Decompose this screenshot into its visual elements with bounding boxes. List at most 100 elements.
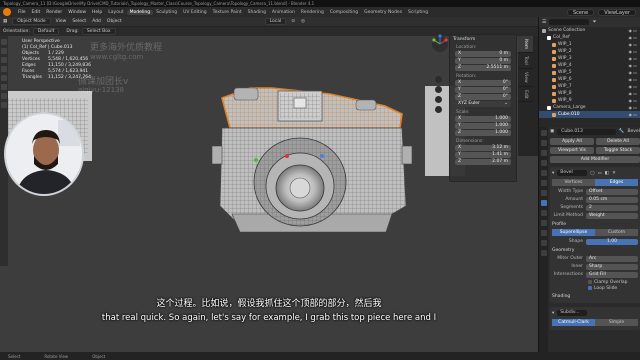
outliner-display-icon[interactable]: ☰	[542, 19, 546, 25]
visibility-icon[interactable]: ◉ ▭	[628, 69, 637, 76]
view-layer-selector[interactable]: ViewLayer	[598, 8, 636, 16]
menu-render[interactable]: Render	[43, 10, 65, 15]
blender-logo-icon[interactable]	[3, 8, 11, 16]
scene-tab-icon[interactable]	[541, 170, 547, 176]
outliner-item[interactable]: WIP_5 ◉ ▭	[539, 69, 640, 76]
rotation-x-field[interactable]: X 0°	[455, 80, 511, 86]
transform-header[interactable]: Transform	[453, 37, 513, 42]
menu-view[interactable]: View	[53, 19, 70, 24]
physics-tab-icon[interactable]	[541, 220, 547, 226]
location-x-field[interactable]: X0 m	[455, 51, 511, 57]
orientation-dropdown[interactable]: Default	[32, 28, 60, 35]
data-tab-icon[interactable]	[541, 240, 547, 246]
outliner-item[interactable]: WIP_2 ◉ ▭	[539, 48, 640, 55]
tab-geometry-nodes[interactable]: Geometry Nodes	[361, 10, 405, 15]
visibility-icon[interactable]: ◉ ▭	[628, 55, 637, 62]
scale-tool-icon[interactable]	[1, 75, 7, 81]
menu-edit[interactable]: Edit	[29, 10, 44, 15]
tool-tab-icon[interactable]	[541, 130, 547, 136]
outliner-item[interactable]: Col_Ref ◉ ▭	[539, 34, 640, 41]
simple-option[interactable]: Simple	[595, 319, 638, 326]
outliner-item[interactable]: Scene Collection ◉ ▭	[539, 27, 640, 34]
output-tab-icon[interactable]	[541, 150, 547, 156]
vertices-option[interactable]: Vertices	[552, 179, 595, 186]
perspective-toggle-icon[interactable]	[435, 106, 442, 113]
superellipse-option[interactable]: Superellipse	[552, 229, 595, 236]
visibility-icon[interactable]: ◉ ▭	[628, 27, 637, 34]
shape-slider[interactable]: 1.00	[586, 238, 638, 245]
tab-texture-paint[interactable]: Texture Paint	[210, 10, 245, 15]
scale-y-field[interactable]: Y 1.000	[455, 123, 511, 129]
menu-file[interactable]: File	[15, 10, 29, 15]
editor-type-icon[interactable]: ▦	[0, 19, 10, 24]
collapse-icon[interactable]: ▾	[552, 311, 554, 316]
visibility-icon[interactable]: ◉ ▭	[628, 34, 637, 41]
measure-tool-icon[interactable]	[1, 102, 7, 108]
particles-tab-icon[interactable]	[541, 210, 547, 216]
outliner-item[interactable]: WIP_8 ◉ ▭	[539, 90, 640, 97]
material-tab-icon[interactable]	[541, 250, 547, 256]
apply-all-button[interactable]: Apply All	[550, 138, 594, 145]
scale-x-field[interactable]: X 1.000	[455, 116, 511, 122]
visibility-icon[interactable]: ◉ ▭	[628, 41, 637, 48]
dimension-x-field[interactable]: X 3.12 m	[455, 145, 511, 151]
render-icon[interactable]: ◧	[605, 171, 609, 176]
rotation-y-field[interactable]: Y 0°	[455, 87, 511, 93]
outliner-item[interactable]: WIP_3 ◉ ▭	[539, 55, 640, 62]
tab-sculpting[interactable]: Sculpting	[153, 10, 180, 15]
intersections-dropdown[interactable]: Grid Fill	[586, 271, 638, 278]
tab-uv-editing[interactable]: UV Editing	[180, 10, 209, 15]
outliner-item[interactable]: WIP_1 ◉ ▭	[539, 41, 640, 48]
tab-tool[interactable]: Tool	[518, 53, 533, 69]
loop-slide-checkbox[interactable]: Loop Slide	[588, 285, 638, 291]
tab-rendering[interactable]: Rendering	[298, 10, 327, 15]
camera-view-icon[interactable]	[435, 96, 442, 103]
transform-orientation-dropdown[interactable]: Local	[264, 18, 287, 25]
visibility-icon[interactable]: ◉ ▭	[628, 62, 637, 69]
zoom-icon[interactable]	[435, 76, 442, 83]
visibility-icon[interactable]: ◉ ▭	[628, 48, 637, 55]
delete-all-button[interactable]: Delete All	[596, 138, 640, 145]
segments-field[interactable]: 2	[586, 204, 638, 211]
menu-select[interactable]: Select	[69, 19, 89, 24]
annotate-tool-icon[interactable]	[1, 93, 7, 99]
outliner-item[interactable]: WIP_4 ◉ ▭	[539, 62, 640, 69]
tab-modeling[interactable]: Modeling	[126, 9, 154, 15]
outliner-item[interactable]: WIP_7 ◉ ▭	[539, 83, 640, 90]
dimension-z-field[interactable]: Z 2.07 m	[455, 159, 511, 165]
snap-icon[interactable]: ⊙	[288, 19, 298, 24]
outliner-item[interactable]: WIP_6 ◉ ▭	[539, 76, 640, 83]
rotation-z-field[interactable]: Z 0°	[455, 94, 511, 100]
location-y-field[interactable]: Y0 m	[455, 58, 511, 64]
drag-dropdown[interactable]: Select Box	[81, 28, 116, 35]
tab-layout[interactable]: Layout	[105, 10, 126, 15]
tab-compositing[interactable]: Compositing	[327, 10, 361, 15]
render-tab-icon[interactable]	[541, 140, 547, 146]
dimension-y-field[interactable]: Y 1.41 m	[455, 152, 511, 158]
outliner-item[interactable]: Camera_Large ◉ ▭	[539, 104, 640, 111]
location-z-field[interactable]: Z 2.5511 m	[455, 65, 511, 71]
view-layer-tab-icon[interactable]	[541, 160, 547, 166]
constraints-tab-icon[interactable]	[541, 230, 547, 236]
visibility-icon[interactable]: ◉ ▭	[628, 90, 637, 97]
limit-method-dropdown[interactable]: Weight	[586, 212, 638, 219]
visibility-icon[interactable]: ◉ ▭	[628, 76, 637, 83]
add-modifier-button[interactable]: Add Modifier	[550, 156, 640, 163]
proportional-icon[interactable]: ◎	[298, 19, 308, 24]
outliner-item[interactable]: Cube.010 ◉ ▭	[539, 111, 640, 118]
amount-field[interactable]: 0.05 cm	[586, 196, 638, 203]
menu-help[interactable]: Help	[89, 10, 105, 15]
mode-dropdown[interactable]: Object Mode	[12, 18, 51, 25]
custom-option[interactable]: Custom	[595, 229, 638, 236]
geometry-section[interactable]: Geometry	[552, 248, 638, 253]
filter-icon[interactable]: ⏷	[592, 19, 596, 25]
object-tab-icon[interactable]	[541, 190, 547, 196]
visibility-icon[interactable]: ◉ ▭	[628, 111, 637, 118]
viewport-vis-button[interactable]: Viewport Vis	[550, 147, 594, 154]
navigation-gizmo[interactable]	[431, 34, 449, 74]
tab-view[interactable]: View	[518, 69, 533, 87]
miter-outer-dropdown[interactable]: Arc	[586, 255, 638, 262]
menu-object[interactable]: Object	[104, 19, 125, 24]
menu-add[interactable]: Add	[89, 19, 104, 24]
edges-option[interactable]: Edges	[595, 179, 638, 186]
